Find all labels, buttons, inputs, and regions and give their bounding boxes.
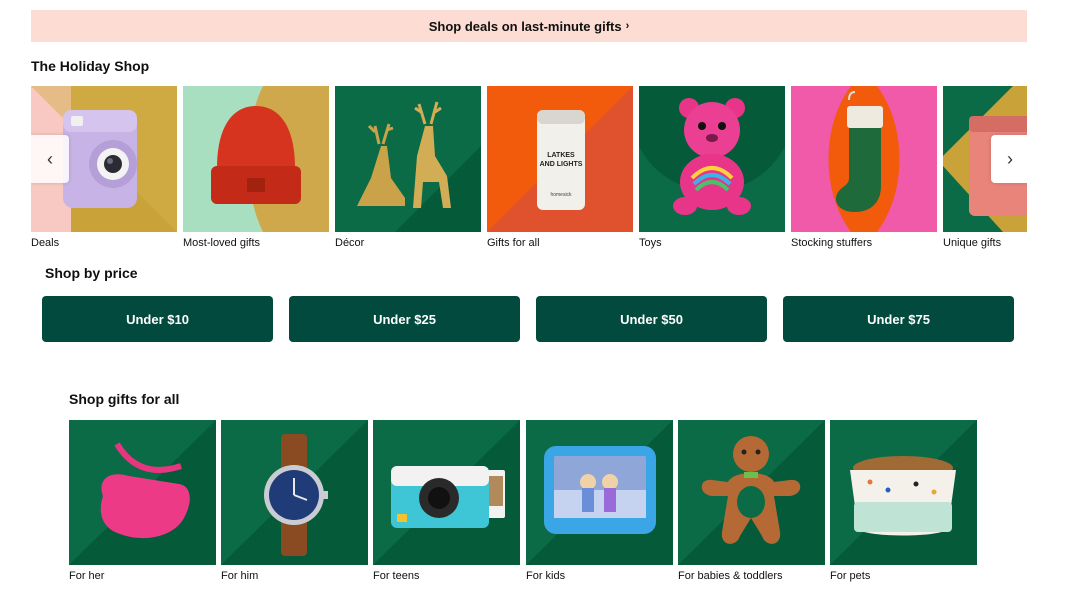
tile-label: For her: [69, 570, 105, 582]
beanie-image: [183, 86, 329, 232]
chevron-right-icon: ›: [625, 20, 630, 32]
tile-label: For kids: [526, 570, 566, 582]
tile-label: Deals: [31, 237, 60, 249]
stocking-image: [791, 86, 937, 232]
tile-for-him[interactable]: For him: [221, 420, 368, 582]
tile-label: Décor: [335, 237, 365, 249]
carousel-next-button[interactable]: ›: [991, 135, 1027, 183]
candle-label-line-1: LATKES: [547, 152, 575, 159]
price-under-25-button[interactable]: Under $25: [289, 296, 520, 342]
tile-gifts-for-all[interactable]: LATKES AND LIGHTS homesick Gifts for all: [487, 86, 633, 249]
pet-bowl-image: [830, 420, 977, 565]
tile-for-kids[interactable]: For kids: [526, 420, 673, 582]
price-under-10-button[interactable]: Under $10: [42, 296, 273, 342]
tile-stocking-stuffers[interactable]: Stocking stuffers: [791, 86, 937, 249]
tile-label: For teens: [373, 570, 420, 582]
candle-image: LATKES AND LIGHTS homesick: [487, 86, 633, 232]
tile-label: Toys: [639, 237, 662, 249]
tile-label: Gifts for all: [487, 237, 540, 249]
watch-image: [221, 420, 368, 565]
holiday-shop-carousel: Deals Most-loved gifts Décor LATKES AND …: [31, 86, 1027, 256]
tile-label: For him: [221, 570, 259, 582]
tile-label: For babies & toddlers: [678, 570, 783, 582]
tile-label: Unique gifts: [943, 237, 1002, 249]
shop-gifts-for-all-title: Shop gifts for all: [69, 391, 180, 407]
gingerbread-teether-image: [678, 420, 825, 565]
chevron-left-icon: ‹: [47, 148, 53, 169]
tile-label: Stocking stuffers: [791, 237, 873, 249]
holiday-shop-title: The Holiday Shop: [31, 58, 150, 74]
care-bear-image: [639, 86, 785, 232]
candle-brand: homesick: [550, 192, 572, 198]
price-under-75-button[interactable]: Under $75: [783, 296, 1014, 342]
tile-for-pets[interactable]: For pets: [830, 420, 977, 582]
tile-for-teens[interactable]: For teens: [373, 420, 520, 582]
deals-banner[interactable]: Shop deals on last-minute gifts ›: [31, 10, 1027, 42]
tile-decor[interactable]: Décor: [335, 86, 481, 249]
reindeer-figurines-image: [335, 86, 481, 232]
tile-for-her[interactable]: For her: [69, 420, 216, 582]
instant-print-camera-image: [373, 420, 520, 565]
candle-label-line-2: AND LIGHTS: [539, 161, 583, 168]
banner-label: Shop deals on last-minute gifts: [428, 18, 622, 34]
carousel-prev-button[interactable]: ‹: [31, 135, 69, 183]
shop-by-price-title: Shop by price: [45, 265, 138, 281]
tile-toys[interactable]: Toys: [639, 86, 785, 249]
tile-for-babies-toddlers[interactable]: For babies & toddlers: [678, 420, 825, 582]
chevron-right-icon: ›: [1007, 148, 1013, 169]
tile-label: For pets: [830, 570, 871, 582]
tile-label: Most-loved gifts: [183, 237, 261, 249]
handbag-image: [69, 420, 216, 565]
kids-tablet-image: [526, 420, 673, 565]
tile-most-loved-gifts[interactable]: Most-loved gifts: [183, 86, 329, 249]
price-under-50-button[interactable]: Under $50: [536, 296, 767, 342]
